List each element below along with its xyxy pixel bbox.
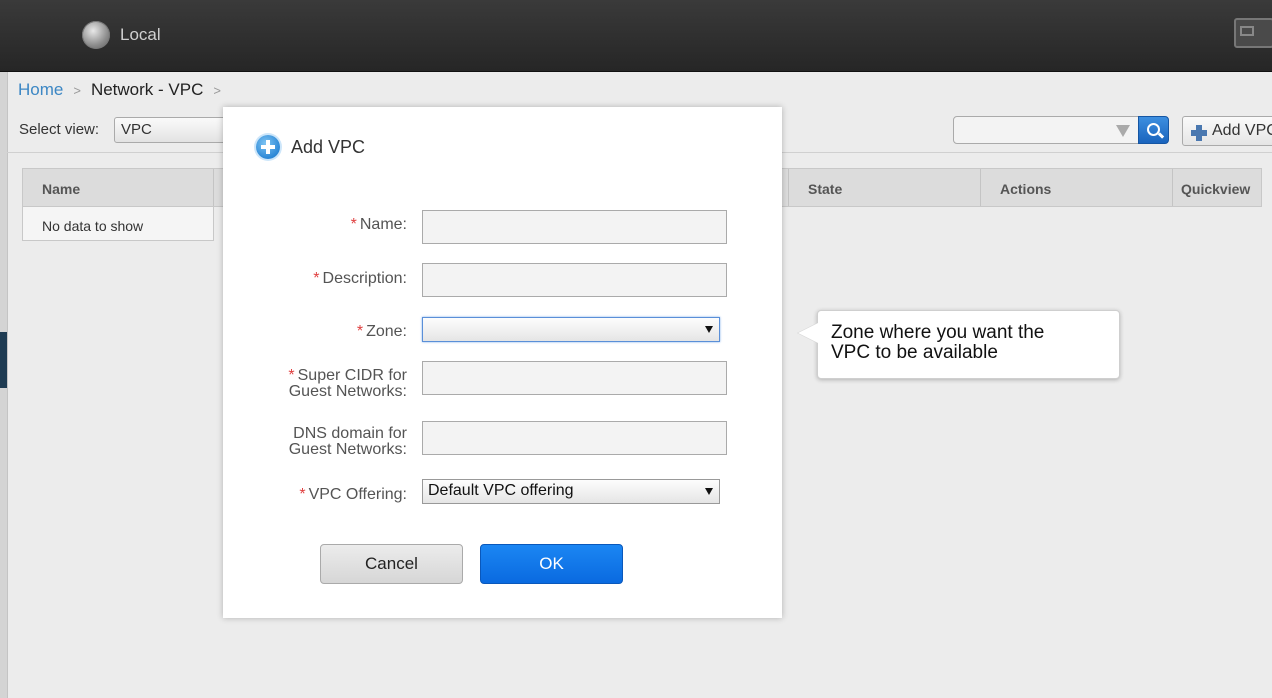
search-input[interactable]	[953, 116, 1139, 144]
required-marker: *	[288, 367, 295, 384]
zone-label: Local	[120, 25, 161, 44]
column-header-state[interactable]: State	[789, 169, 981, 206]
description-label-text: Description:	[322, 270, 407, 287]
required-marker: *	[350, 216, 357, 233]
side-nav-rail	[0, 72, 8, 698]
search-icon	[1147, 123, 1160, 136]
dns-domain-label-line2: Guest Networks:	[288, 441, 407, 458]
zone-switcher[interactable]: Local	[82, 20, 161, 50]
chevron-down-icon	[705, 326, 713, 333]
dns-domain-label-line1: DNS domain for	[293, 425, 407, 442]
filter-dropdown-icon[interactable]	[1116, 125, 1130, 137]
vpc-offering-select-value: Default VPC offering	[428, 482, 574, 499]
dns-domain-input[interactable]	[422, 421, 727, 455]
required-marker: *	[356, 323, 364, 340]
name-label-text: Name:	[359, 216, 407, 233]
add-vpc-dialog: Add VPC * Name: * Description: * Zone: * Sup…	[223, 107, 782, 618]
cancel-button[interactable]: Cancel	[320, 544, 463, 584]
add-vpc-button-label: Add VPC	[1212, 122, 1272, 139]
user-profile-icon[interactable]	[1234, 18, 1272, 48]
tooltip-arrow	[798, 323, 818, 343]
vpc-offering-select[interactable]: Default VPC offering	[422, 479, 720, 504]
vpc-offering-label-text: VPC Offering:	[308, 486, 407, 503]
breadcrumb-separator: >	[213, 82, 221, 98]
dialog-title: Add VPC	[291, 136, 366, 157]
add-vpc-button[interactable]: Add VPC	[1182, 116, 1272, 146]
zone-select[interactable]	[422, 317, 720, 342]
zone-label: * Zone:	[357, 324, 407, 340]
description-input[interactable]	[422, 263, 727, 297]
breadcrumb: Home > Network - VPC >	[18, 80, 231, 100]
super-cidr-input[interactable]	[422, 361, 727, 395]
zone-label-text: Zone:	[366, 323, 407, 340]
dns-domain-label: DNS domain for Guest Networks:	[289, 426, 407, 458]
breadcrumb-home-link[interactable]: Home	[18, 80, 63, 100]
globe-icon	[82, 21, 110, 49]
plus-icon	[1191, 125, 1207, 141]
name-label: * Name:	[351, 217, 407, 233]
ok-button[interactable]: OK	[480, 544, 623, 584]
required-marker: *	[299, 486, 306, 503]
super-cidr-label: * Super CIDR for Guest Networks:	[288, 368, 407, 400]
super-cidr-label-line1: Super CIDR for	[297, 367, 407, 384]
table-empty-row: No data to show	[22, 207, 214, 241]
required-marker: *	[313, 270, 320, 287]
breadcrumb-separator: >	[73, 82, 81, 98]
super-cidr-label-line2: Guest Networks:	[288, 383, 407, 400]
description-label: * Description:	[313, 271, 407, 287]
search-button[interactable]	[1138, 116, 1169, 144]
dialog-header: Add VPC	[256, 135, 365, 159]
select-view-label: Select view:	[19, 121, 100, 138]
vpc-offering-label: * VPC Offering:	[299, 487, 407, 503]
column-header-actions: Actions	[981, 169, 1173, 206]
chevron-down-icon	[705, 488, 713, 495]
side-nav-active-indicator	[0, 332, 7, 388]
tooltip-text-line2: VPC to be available	[831, 342, 998, 363]
tooltip-text-line1: Zone where you want the	[831, 322, 1045, 343]
name-input[interactable]	[422, 210, 727, 244]
column-header-name[interactable]: Name	[23, 169, 214, 206]
top-bar: Local	[0, 0, 1272, 72]
column-header-quickview: Quickview	[1181, 181, 1251, 197]
zone-help-tooltip: Zone where you want the VPC to be availa…	[798, 310, 1120, 379]
breadcrumb-current: Network - VPC	[90, 80, 204, 99]
add-circle-icon	[256, 135, 280, 159]
